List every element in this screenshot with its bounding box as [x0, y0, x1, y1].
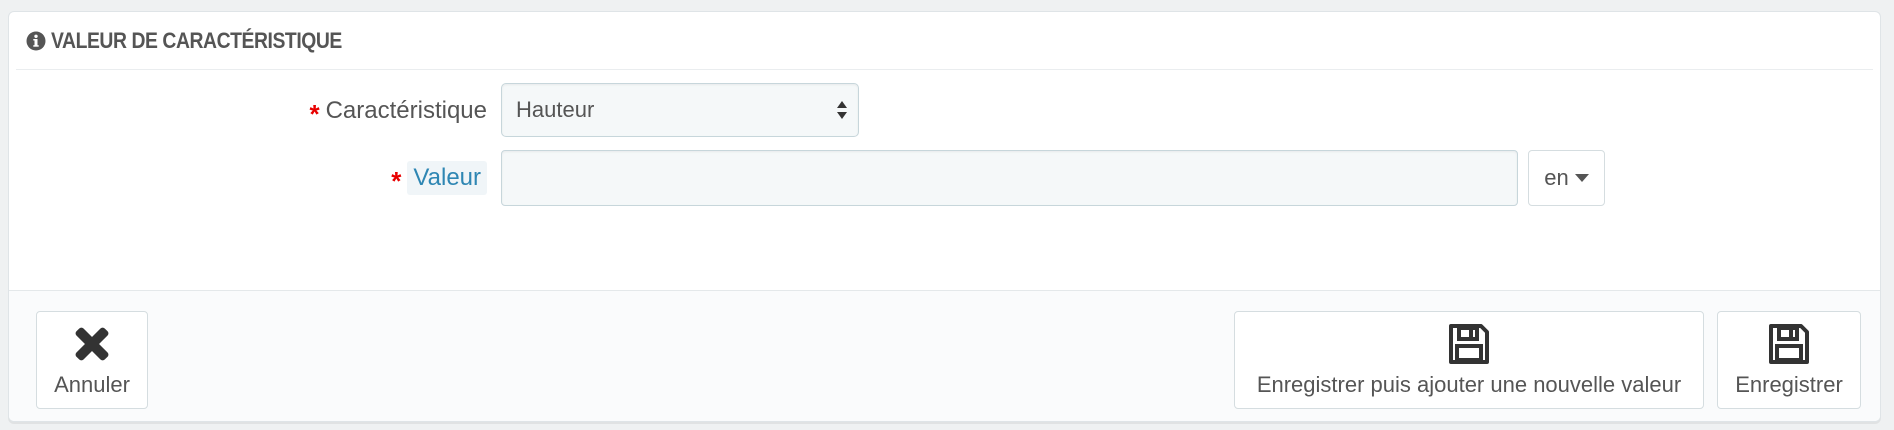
language-dropdown-button[interactable]: en: [1528, 150, 1605, 206]
required-asterisk: *: [309, 99, 320, 129]
required-asterisk: *: [391, 166, 402, 196]
feature-label: Caractéristique: [325, 97, 487, 124]
cancel-label: Annuler: [54, 372, 130, 397]
save-label: Enregistrer: [1735, 372, 1843, 397]
panel-heading: VALEUR DE CARACTÉRISTIQUE: [16, 12, 1873, 70]
cancel-button[interactable]: Annuler: [36, 311, 148, 409]
panel-footer: Annuler Enregistrer puis ajouter une nou…: [9, 290, 1880, 421]
floppy-disk-icon: [1449, 324, 1489, 364]
panel-title: VALEUR DE CARACTÉRISTIQUE: [51, 27, 342, 53]
select-arrows-icon: [837, 101, 847, 119]
save-and-add-button[interactable]: Enregistrer puis ajouter une nouvelle va…: [1234, 311, 1704, 409]
caret-down-icon: [1574, 174, 1589, 182]
feature-select-value: Hauteur: [516, 97, 595, 122]
save-and-add-label: Enregistrer puis ajouter une nouvelle va…: [1256, 372, 1682, 397]
feature-select[interactable]: Hauteur: [501, 83, 859, 137]
language-code: en: [1544, 165, 1569, 190]
value-label-link[interactable]: Valeur: [407, 161, 487, 195]
feature-value-panel: VALEUR DE CARACTÉRISTIQUE * Caractéristi…: [8, 11, 1881, 422]
value-row: * Valeur en: [9, 150, 1880, 208]
save-button[interactable]: Enregistrer: [1717, 311, 1861, 409]
feature-label-wrap: * Caractéristique: [309, 87, 487, 135]
info-circle-icon: [26, 31, 46, 50]
value-label-wrap: * Valeur: [391, 154, 487, 202]
floppy-disk-icon: [1769, 324, 1809, 364]
feature-row: * Caractéristique Hauteur: [9, 83, 1880, 139]
value-input[interactable]: [501, 150, 1518, 206]
close-icon: [75, 327, 109, 361]
